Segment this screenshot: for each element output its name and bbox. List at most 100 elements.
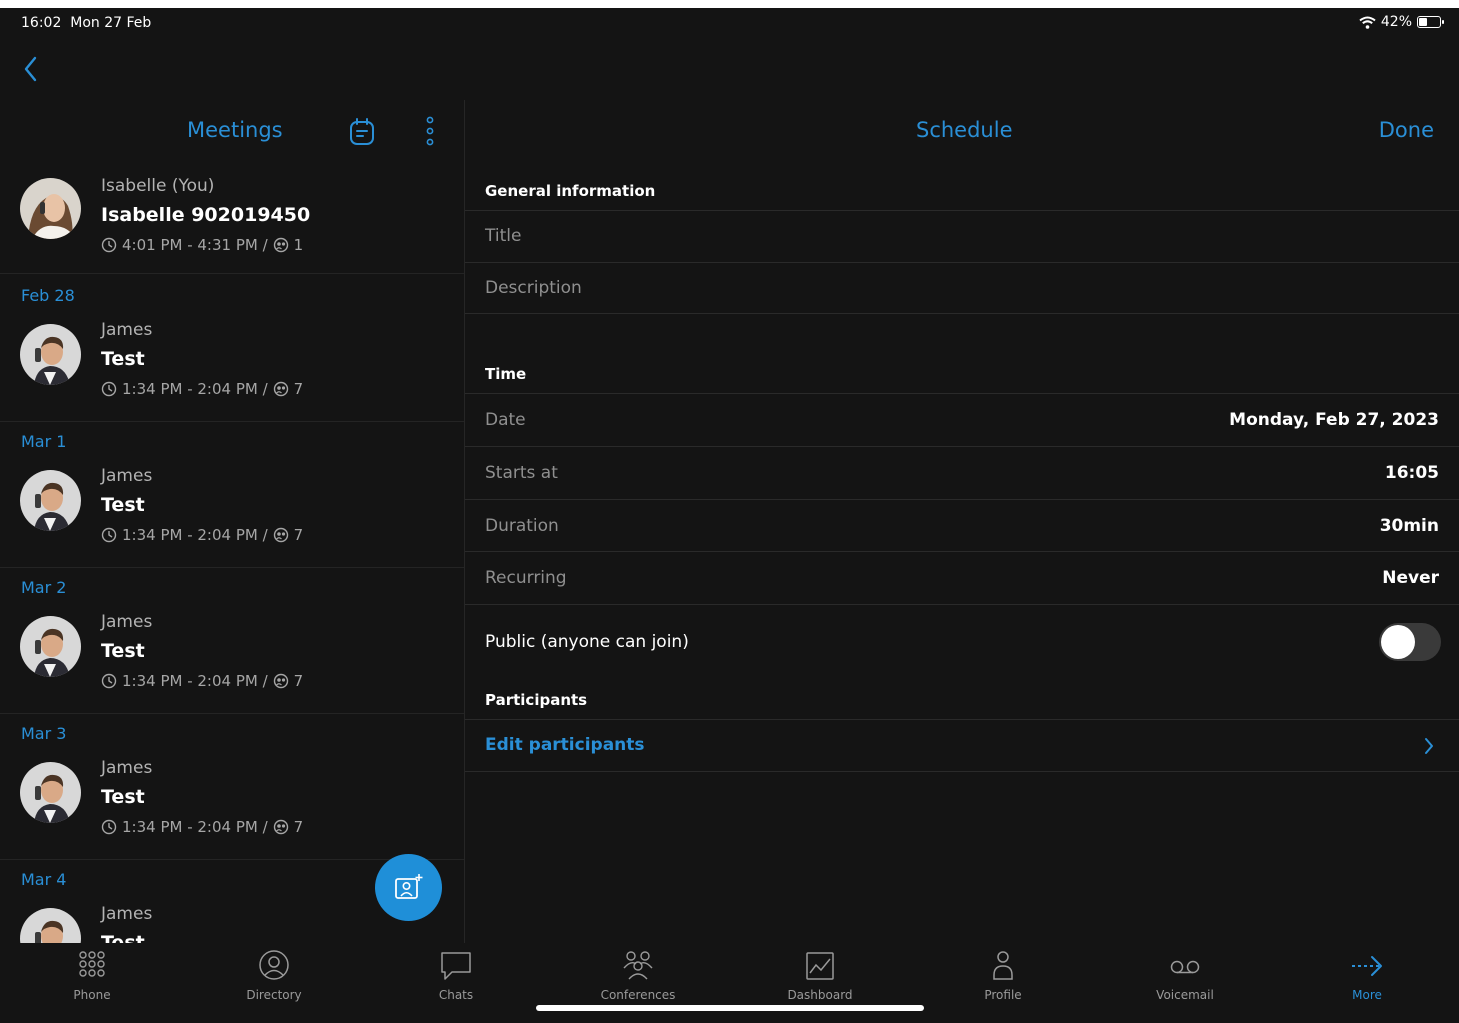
tab-voicemail[interactable]: Voicemail bbox=[1094, 943, 1276, 1013]
recurring-row[interactable]: Recurring Never bbox=[465, 552, 1459, 605]
date-header: Mar 1 bbox=[21, 432, 67, 451]
tab-label: Voicemail bbox=[1156, 988, 1214, 1002]
participants-icon bbox=[273, 673, 288, 689]
description-placeholder: Description bbox=[485, 278, 582, 298]
arrow-right-icon bbox=[1352, 956, 1382, 976]
schedule-pane: Schedule Done General information Title … bbox=[465, 100, 1459, 943]
meetings-title: Meetings bbox=[187, 118, 283, 142]
meeting-item[interactable]: James Test 1:34 PM - 2:04 PM / 7 bbox=[0, 606, 464, 706]
duration-label: Duration bbox=[485, 516, 559, 536]
tab-directory[interactable]: Directory bbox=[183, 943, 365, 1013]
clock-icon bbox=[101, 673, 117, 689]
avatar-james-icon bbox=[20, 470, 81, 531]
duration-value: 30min bbox=[1379, 516, 1439, 536]
recurring-label: Recurring bbox=[485, 568, 567, 588]
participants-heading: Participants bbox=[485, 691, 588, 709]
clock-icon bbox=[101, 819, 117, 835]
meeting-item-own[interactable]: Isabelle (You) Isabelle 902019450 4:01 P… bbox=[0, 172, 464, 272]
recurring-value: Never bbox=[1382, 568, 1439, 588]
new-conference-button[interactable] bbox=[375, 854, 442, 921]
organizer-name: James bbox=[101, 758, 153, 778]
avatar bbox=[20, 470, 81, 531]
tab-label: Dashboard bbox=[787, 988, 853, 1002]
tab-label: More bbox=[1352, 988, 1382, 1002]
date-row[interactable]: Date Monday, Feb 27, 2023 bbox=[465, 394, 1459, 447]
date-header: Mar 4 bbox=[21, 870, 67, 889]
divider bbox=[0, 567, 464, 568]
avatar bbox=[20, 616, 81, 677]
starts-at-value: 16:05 bbox=[1384, 463, 1439, 483]
tab-chats[interactable]: Chats bbox=[365, 943, 547, 1013]
status-right: 42% bbox=[1359, 14, 1444, 30]
participants-icon bbox=[273, 237, 288, 253]
edit-participants-link[interactable]: Edit participants bbox=[485, 735, 645, 755]
meeting-item[interactable]: James Test 1:34 PM - 2:04 PM / 7 bbox=[0, 460, 464, 560]
title-placeholder: Title bbox=[485, 226, 522, 246]
participant-count: 1 bbox=[293, 236, 304, 254]
status-bar: 16:02 Mon 27 Feb 42% bbox=[0, 8, 1459, 38]
meeting-meta: 1:34 PM - 2:04 PM / 7 bbox=[101, 672, 303, 690]
tab-label: Phone bbox=[73, 988, 111, 1002]
meeting-item[interactable]: James Test 1:34 PM - 2:04 PM / 7 bbox=[0, 314, 464, 414]
tab-conferences[interactable]: Conferences bbox=[547, 943, 729, 1013]
description-field[interactable]: Description bbox=[465, 263, 1459, 314]
tab-label: Conferences bbox=[600, 988, 676, 1002]
person-icon bbox=[993, 951, 1013, 980]
meeting-time: 1:34 PM - 2:04 PM / bbox=[122, 526, 268, 544]
meeting-time: 1:34 PM - 2:04 PM / bbox=[122, 818, 268, 836]
public-label: Public (anyone can join) bbox=[485, 632, 689, 652]
general-information-heading: General information bbox=[485, 182, 656, 200]
avatar-james-icon bbox=[20, 324, 81, 385]
avatar bbox=[20, 762, 81, 823]
status-time: 16:02 Mon 27 Feb bbox=[21, 15, 152, 31]
duration-row[interactable]: Duration 30min bbox=[465, 500, 1459, 552]
organizer-name: James bbox=[101, 904, 153, 924]
divider bbox=[0, 421, 464, 422]
meeting-item[interactable]: James Test 1:34 PM - 2:04 PM / 7 bbox=[0, 752, 464, 852]
participants-icon bbox=[273, 527, 288, 543]
avatar-james-icon bbox=[20, 908, 81, 943]
participants-icon bbox=[273, 381, 288, 397]
meeting-time: 1:34 PM - 2:04 PM / bbox=[122, 380, 268, 398]
app-window: 16:02 Mon 27 Feb 42% Meetings Isabelle (… bbox=[0, 8, 1459, 1023]
organizer-name: James bbox=[101, 612, 153, 632]
meeting-meta: 1:34 PM - 2:04 PM / 7 bbox=[101, 380, 303, 398]
meeting-meta: 1:34 PM - 2:04 PM / 7 bbox=[101, 818, 303, 836]
schedule-title: Schedule bbox=[916, 118, 1013, 142]
meeting-meta: 4:01 PM - 4:31 PM / 1 bbox=[101, 236, 303, 254]
public-toggle[interactable] bbox=[1379, 623, 1441, 661]
tab-label: Chats bbox=[438, 988, 474, 1002]
more-vertical-icon[interactable] bbox=[424, 116, 436, 146]
home-indicator bbox=[536, 1005, 924, 1011]
tab-bar: Phone Directory Chats Conferences Dashbo… bbox=[0, 943, 1459, 1023]
date-label: Date bbox=[485, 410, 526, 430]
participant-count: 7 bbox=[293, 672, 304, 690]
starts-at-row[interactable]: Starts at 16:05 bbox=[465, 447, 1459, 500]
title-field[interactable]: Title bbox=[465, 211, 1459, 263]
meeting-subject: Isabelle 902019450 bbox=[101, 204, 311, 226]
organizer-name: James bbox=[101, 466, 153, 486]
tab-more[interactable]: More bbox=[1276, 943, 1458, 1013]
meeting-subject: Test bbox=[101, 786, 145, 808]
tab-profile[interactable]: Profile bbox=[912, 943, 1094, 1013]
tab-label: Directory bbox=[246, 988, 302, 1002]
toggle-knob bbox=[1381, 625, 1415, 659]
done-button[interactable]: Done bbox=[1379, 118, 1434, 142]
meeting-subject: Test bbox=[101, 494, 145, 516]
organizer-name: James bbox=[101, 320, 153, 340]
tab-dashboard[interactable]: Dashboard bbox=[729, 943, 911, 1013]
meeting-time: 4:01 PM - 4:31 PM / bbox=[122, 236, 268, 254]
avatar-james-icon bbox=[20, 762, 81, 823]
tab-label: Profile bbox=[984, 988, 1022, 1002]
calendar-icon[interactable] bbox=[349, 118, 375, 146]
meeting-subject: Test bbox=[101, 932, 145, 943]
avatar-james-icon bbox=[20, 616, 81, 677]
wifi-icon bbox=[1359, 16, 1376, 29]
tab-phone[interactable]: Phone bbox=[1, 943, 183, 1013]
chevron-right-icon[interactable] bbox=[1423, 736, 1435, 756]
meeting-time: 1:34 PM - 2:04 PM / bbox=[122, 672, 268, 690]
participant-count: 7 bbox=[293, 380, 304, 398]
date-value: Monday, Feb 27, 2023 bbox=[1229, 410, 1439, 430]
back-chevron-icon[interactable] bbox=[20, 54, 42, 84]
meeting-subject: Test bbox=[101, 348, 145, 370]
